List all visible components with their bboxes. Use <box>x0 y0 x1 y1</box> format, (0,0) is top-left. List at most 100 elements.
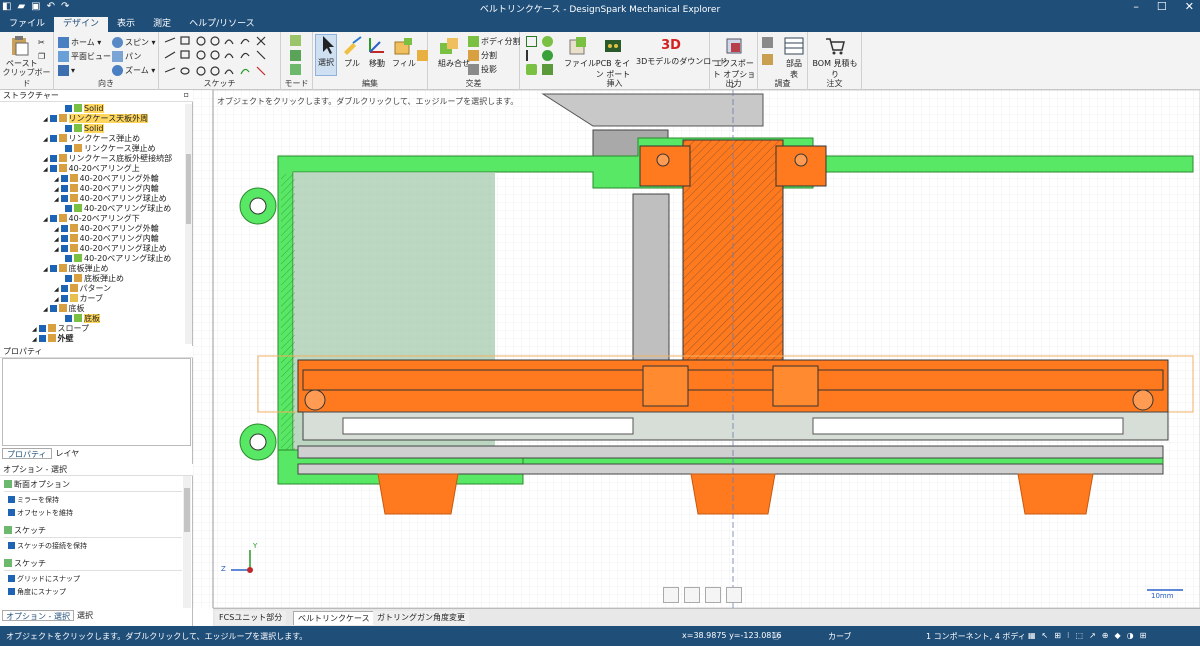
close-icon[interactable]: ✕ <box>1185 0 1194 13</box>
doc-tab-belt-link[interactable]: ベルトリンクケース ✕ <box>293 611 384 625</box>
tree-item[interactable]: ◢ 40-20ベアリング内輪 <box>54 184 159 194</box>
structure-scrollbar[interactable] <box>185 104 192 344</box>
plane-view-button[interactable]: 平面ビュー <box>58 51 111 62</box>
visibility-checkbox[interactable] <box>60 245 68 252</box>
sketch-tool-icon[interactable] <box>705 587 721 603</box>
tab-view[interactable]: 表示 <box>108 17 144 32</box>
visibility-checkbox[interactable] <box>49 265 57 272</box>
design-canvas[interactable]: オブジェクトをクリックします。ダブルクリックして、エッジループを選択します。 Z… <box>193 90 1200 608</box>
notes-icon[interactable] <box>762 54 775 65</box>
split-body-button[interactable]: ボディ分割 <box>468 36 520 47</box>
fill-button[interactable]: フィル <box>392 36 416 69</box>
visibility-checkbox[interactable] <box>65 205 72 212</box>
tree-item[interactable]: ◢ 40-20ベアリング球止め <box>54 244 167 254</box>
tree-item[interactable]: ◢ 40-20ベアリング球止め <box>54 194 167 204</box>
tree-item[interactable]: ◢ 40-20ベアリング下 <box>43 214 140 224</box>
visibility-checkbox[interactable] <box>49 155 57 162</box>
visibility-checkbox[interactable] <box>65 125 72 132</box>
doc-tab-gatling[interactable]: ガトリングガン角度変更 <box>373 611 469 625</box>
tree-item[interactable]: リンクケース弾止め <box>65 144 156 154</box>
tree-item[interactable]: ◢ リンクケース天板外周 <box>43 114 149 124</box>
move-button[interactable]: 移動 <box>366 36 388 69</box>
clipboard-tool-icon[interactable] <box>726 587 742 603</box>
visibility-checkbox[interactable] <box>49 135 57 142</box>
options-section-header[interactable]: スケッチ <box>4 524 182 538</box>
cylinder-icon[interactable] <box>542 50 555 61</box>
tab-measure[interactable]: 測定 <box>144 17 180 32</box>
visibility-checkbox[interactable] <box>38 325 46 332</box>
visibility-checkbox[interactable] <box>65 105 72 112</box>
combine-button[interactable]: 組み合せ <box>438 36 470 69</box>
visibility-checkbox[interactable] <box>60 285 68 292</box>
visibility-checkbox[interactable] <box>60 295 68 302</box>
visibility-checkbox[interactable] <box>49 305 57 312</box>
tab-file[interactable]: ファイル <box>0 17 54 32</box>
pcb-import-button[interactable]: PCB をイン ポート <box>594 36 632 80</box>
tree-item[interactable]: ◢ 底板 <box>43 304 85 314</box>
tree-item[interactable]: ◢ リンクケース弾止め <box>43 134 140 144</box>
option-checkbox[interactable]: グリッドにスナップ <box>8 574 80 585</box>
home-button[interactable]: ホーム ▾ <box>58 37 101 48</box>
tree-item[interactable]: ◢ スロープ <box>32 324 89 334</box>
sketch-mode-icon[interactable] <box>290 35 303 46</box>
maximize-icon[interactable]: ☐ <box>1157 0 1167 13</box>
origin-icon[interactable] <box>542 36 555 47</box>
option-checkbox[interactable]: スケッチの接続を保持 <box>8 541 87 552</box>
section-tool-icon[interactable] <box>684 587 700 603</box>
status-tool-icons[interactable]: ▦↖⊞⁝⬚↗⊕◆◑⊞ <box>1028 631 1152 640</box>
cut-icon[interactable]: ✂ <box>38 38 45 47</box>
tab-help[interactable]: ヘルプ/リソース <box>180 17 264 32</box>
3d-mode-icon[interactable] <box>290 64 303 75</box>
bom-quote-button[interactable]: BOM 見積もり <box>812 36 858 80</box>
cad-viewport[interactable] <box>193 90 1200 608</box>
tree-item[interactable]: ◢ 40-20ベアリング内輪 <box>54 234 159 244</box>
tree-item[interactable]: ◢ 40-20ベアリング外輪 <box>54 224 159 234</box>
pin-icon[interactable]: ▫ <box>184 90 189 99</box>
spin-button[interactable]: スピン ▾ <box>112 37 156 48</box>
tab-select[interactable]: 選択 <box>74 610 96 621</box>
option-checkbox[interactable]: ミラーを保持 <box>8 495 59 506</box>
project-button[interactable]: 投影 <box>468 64 497 75</box>
tab-options-select[interactable]: オプション - 選択 <box>2 610 74 621</box>
visibility-checkbox[interactable] <box>49 115 57 122</box>
pan-button[interactable]: パン <box>112 51 141 62</box>
visibility-checkbox[interactable] <box>49 215 57 222</box>
paste-button[interactable]: ペースト <box>6 36 38 69</box>
tree-item[interactable]: 底板弾止め <box>65 274 124 284</box>
tab-layers[interactable]: レイヤ <box>52 448 84 459</box>
sphere-icon[interactable] <box>542 64 555 75</box>
tab-design[interactable]: デザイン <box>54 17 109 32</box>
visibility-checkbox[interactable] <box>65 255 72 262</box>
info-icon[interactable]: ⓘ <box>772 631 780 642</box>
visibility-checkbox[interactable] <box>60 185 68 192</box>
visibility-checkbox[interactable] <box>65 145 72 152</box>
download-3d-button[interactable]: 3D 3Dモデルのダウンロード <box>636 36 727 67</box>
tree-item[interactable]: ◢ 40-20ベアリング外輪 <box>54 174 159 184</box>
parts-table-button[interactable]: 部品 表 <box>782 36 806 80</box>
tree-item[interactable]: ◢ パターン <box>54 284 111 294</box>
tab-properties[interactable]: プロパティ <box>2 448 52 459</box>
options-section-header[interactable]: 断面オプション <box>4 478 182 492</box>
tree-item[interactable]: ◢ 外壁 <box>32 334 74 344</box>
section-mode-icon[interactable] <box>290 50 303 61</box>
option-checkbox[interactable]: オフセットを維持 <box>8 508 73 519</box>
tree-item[interactable]: ◢ 40-20ベアリング上 <box>43 164 140 174</box>
tree-item[interactable]: 40-20ベアリング球止め <box>65 254 171 264</box>
tree-item[interactable]: ◢ カーブ <box>54 294 103 304</box>
visibility-checkbox[interactable] <box>60 235 68 242</box>
visibility-checkbox[interactable] <box>65 275 72 282</box>
axis-icon[interactable] <box>526 50 539 61</box>
tree-item[interactable]: 40-20ベアリング球止め <box>65 204 171 214</box>
zoom-button[interactable]: ズーム ▾ <box>112 65 155 76</box>
tree-item[interactable]: Solid <box>65 104 104 114</box>
split-button[interactable]: 分割 <box>468 50 497 61</box>
copy-icon[interactable]: ❐ <box>38 52 45 61</box>
visibility-checkbox[interactable] <box>60 195 68 202</box>
doc-tab-fcs[interactable]: FCSユニット部分 <box>215 611 287 625</box>
tree-item[interactable]: ◢ 底板弾止め <box>43 264 109 274</box>
options-section-header[interactable]: スケッチ <box>4 557 182 571</box>
visibility-checkbox[interactable] <box>60 225 68 232</box>
insert-file-button[interactable]: ファイル <box>564 36 596 69</box>
plane-icon[interactable] <box>526 36 539 47</box>
measure-icon[interactable] <box>762 37 775 48</box>
